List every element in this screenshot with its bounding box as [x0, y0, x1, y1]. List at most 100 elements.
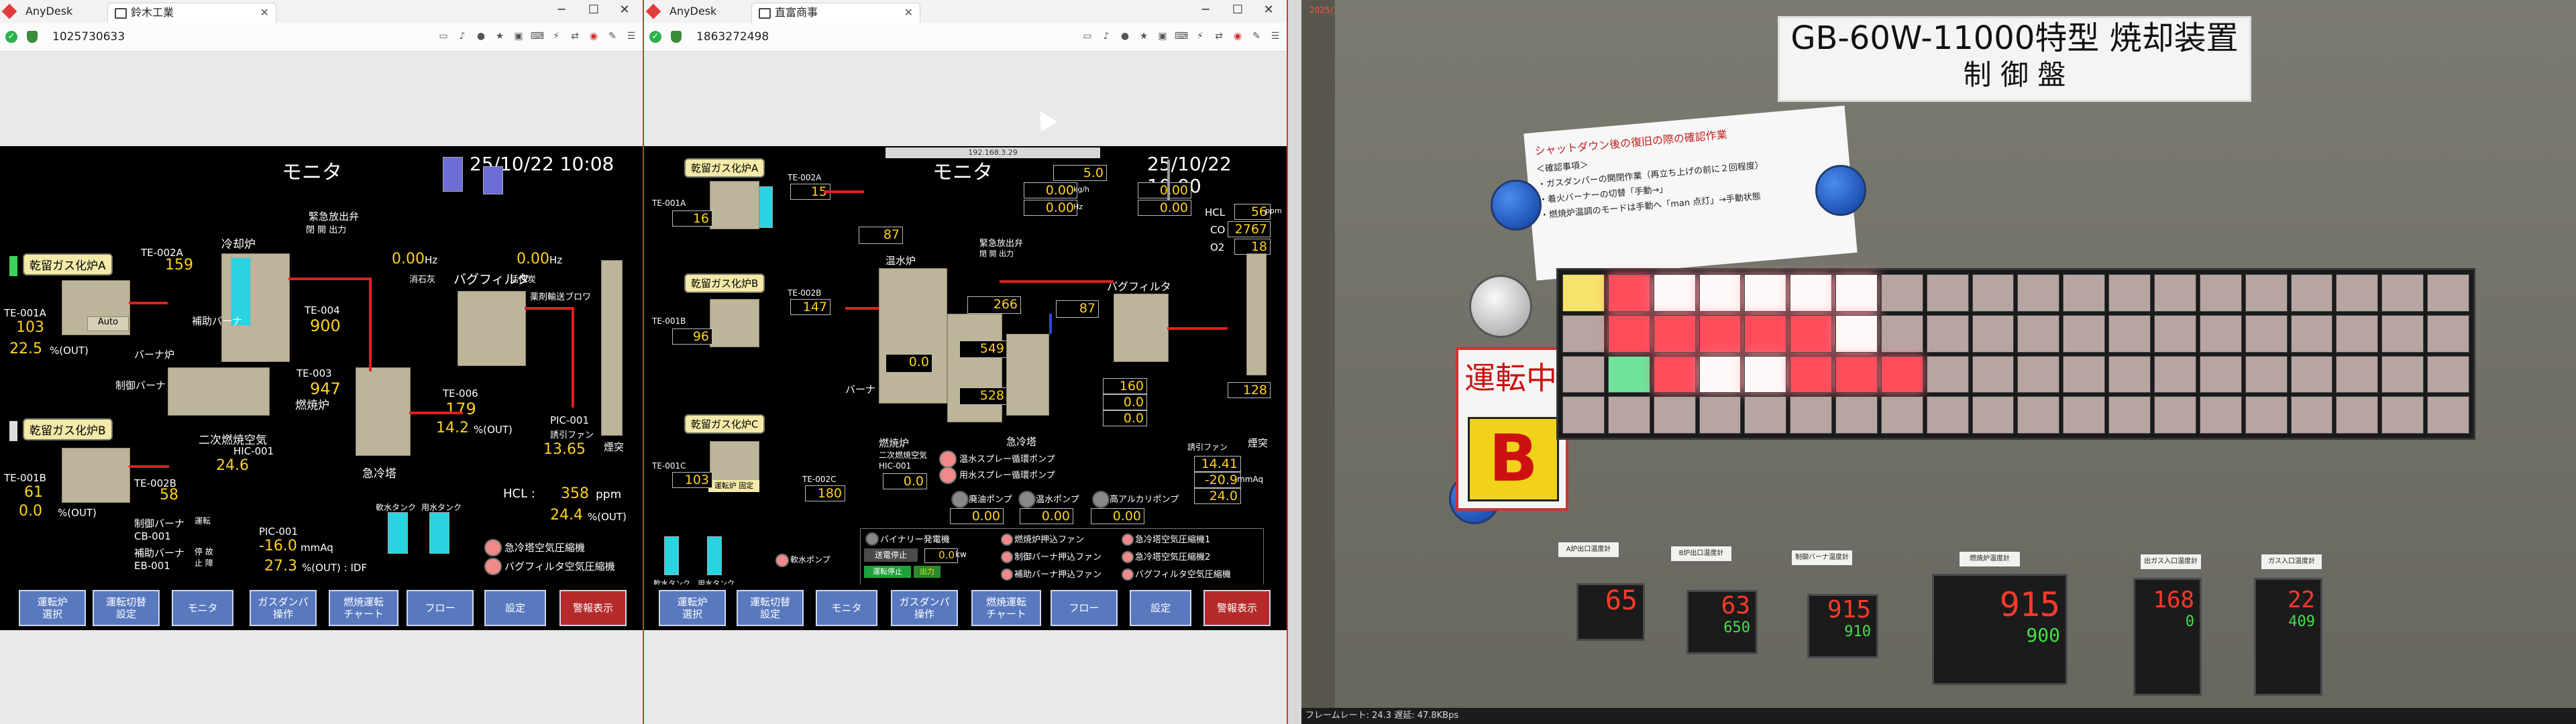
hmi-title: モニタ [282, 161, 342, 184]
idf-pct: 27.3 [264, 558, 297, 575]
annunciator-panel [1556, 268, 2475, 440]
chat-icon[interactable]: ▭ [1080, 29, 1095, 43]
display-icon[interactable]: ▣ [1155, 29, 1170, 43]
meter-sv: 650 [1723, 619, 1750, 636]
session-tab[interactable]: 鈴木工業 ✕ [107, 3, 276, 23]
nav-combustion-chart[interactable]: 燃焼運転 チャート [329, 590, 398, 626]
annunciator-lamp [1653, 314, 1696, 353]
remote-screen[interactable]: 192.168.3.29 モニタ 25/10/22 10:00 乾留ガス化炉A … [644, 146, 1287, 630]
pen-icon[interactable]: ✎ [605, 29, 620, 43]
mic-icon[interactable]: ♪ [455, 29, 470, 43]
gasifier-b-vessel [710, 299, 759, 347]
gasifier-a-vessel [710, 181, 759, 229]
session-tab-label: 直富商事 [775, 6, 818, 19]
nav-settings[interactable]: 設定 [484, 590, 546, 626]
pipe [1167, 327, 1228, 330]
actions-icon[interactable]: ⚡ [1193, 29, 1208, 43]
legend-label-1: 燃焼炉押込ファン [1014, 535, 1085, 545]
close-tab-icon[interactable]: ✕ [260, 3, 269, 22]
annunciator-lamp [2336, 396, 2379, 434]
idf-unit: %(OUT) : IDF [302, 562, 368, 574]
remote-screen[interactable]: モニタ 25/10/22 10:08 乾留ガス化炉A TE-002A 159 A… [0, 146, 643, 630]
pen-icon[interactable]: ✎ [1249, 29, 1264, 43]
minimize-button[interactable]: ─ [1194, 3, 1217, 17]
annunciator-lamp [2290, 396, 2333, 434]
nav-flow[interactable]: フロー [407, 590, 474, 626]
session-tab[interactable]: 直富商事 ✕ [751, 3, 920, 23]
emergency-valve-label: 緊急放出弁 [979, 239, 1024, 249]
gasifier-b-pct: 0.0 [19, 503, 42, 520]
monitor-icon [115, 7, 127, 19]
spray-pump-1-label: 温水スプレー循環ポンプ [959, 455, 1055, 465]
te-009-value: 160 [1103, 378, 1147, 394]
temp-meter-gas-in: 22 409 [2254, 578, 2322, 696]
close-tab-icon[interactable]: ✕ [904, 3, 913, 22]
meter-pv: 63 [1721, 592, 1750, 619]
remote-address[interactable]: 1025730633 [52, 30, 125, 44]
combustion-label: 燃焼炉 [879, 437, 910, 449]
nav-switch-settings[interactable]: 運転切替 設定 [737, 590, 804, 626]
annunciator-lamp [2336, 274, 2379, 312]
emergency-valve-sub: 閉 開 出力 [306, 225, 347, 235]
kw-unit: kw [955, 550, 967, 559]
star-icon[interactable]: ★ [1136, 29, 1151, 43]
transfer-icon[interactable]: ⇄ [1212, 29, 1226, 43]
shield-icon [671, 31, 682, 43]
slaked-lime-label: 消石灰 [409, 275, 436, 285]
fan-hz-value: 14.41 [1194, 456, 1241, 472]
close-window-button[interactable]: ✕ [1257, 3, 1280, 17]
burner-pct: 0.0 [885, 354, 932, 373]
gasifier-c-mode[interactable]: 運転炉 固定 [708, 480, 759, 492]
annunciator-lamp [2381, 274, 2424, 312]
nav-furnace-select[interactable]: 運転炉 選択 [659, 590, 726, 626]
mic-icon[interactable]: ♪ [1099, 29, 1114, 43]
te-002a-value: 159 [165, 257, 193, 274]
privacy-icon[interactable]: ◉ [586, 29, 601, 43]
gasifier-a-label[interactable]: 乾留ガス化炉A [23, 253, 113, 276]
nav-monitor[interactable]: モニタ [172, 590, 233, 626]
nav-monitor[interactable]: モニタ [816, 590, 877, 626]
star-icon[interactable]: ★ [492, 29, 507, 43]
selector-switch [1469, 275, 1532, 338]
maximize-button[interactable]: ☐ [582, 3, 605, 17]
privacy-icon[interactable]: ◉ [1230, 29, 1245, 43]
nav-combustion-chart[interactable]: 燃焼運転 チャート [971, 590, 1041, 626]
menu-icon[interactable]: ☰ [1268, 29, 1283, 43]
display-icon[interactable]: ▣ [511, 29, 526, 43]
transfer-icon[interactable]: ⇄ [568, 29, 582, 43]
chat-icon[interactable]: ▭ [436, 29, 451, 43]
gasifier-b-label[interactable]: 乾留ガス化炉B [23, 418, 113, 440]
maximize-button[interactable]: ☐ [1226, 3, 1249, 17]
record-icon[interactable]: ● [1118, 29, 1132, 43]
nav-gas-damper[interactable]: ガスダンパ 操作 [250, 590, 317, 626]
auto-mode-badge[interactable]: Auto [87, 316, 129, 331]
hz1-value: 0.00 [1024, 200, 1077, 216]
stack-label: 煙突 [604, 441, 625, 453]
nav-flow[interactable]: フロー [1051, 590, 1118, 626]
nav-settings[interactable]: 設定 [1130, 590, 1191, 626]
nav-furnace-select[interactable]: 運転炉 選択 [19, 590, 86, 626]
te-001a-tag: TE-001A [4, 307, 46, 319]
menu-icon[interactable]: ☰ [624, 29, 639, 43]
close-window-button[interactable]: ✕ [613, 3, 636, 17]
annunciator-lamp [2245, 274, 2288, 312]
gasifier-a-label[interactable]: 乾留ガス化炉A [684, 158, 765, 178]
nav-alarm-display[interactable]: 警報表示 [559, 590, 627, 626]
actions-icon[interactable]: ⚡ [549, 29, 564, 43]
record-icon[interactable]: ● [474, 29, 488, 43]
gasifier-b-label[interactable]: 乾留ガス化炉B [684, 274, 765, 293]
burner-label: バーナ [845, 383, 876, 396]
secondary-air-label: 二次燃焼空気 [879, 450, 928, 460]
bagfilter-vessel [458, 291, 526, 366]
nav-gas-damper[interactable]: ガスダンパ 操作 [891, 590, 958, 626]
keyboard-icon[interactable]: ⌨ [1174, 29, 1189, 43]
remote-address[interactable]: 1863272498 [696, 30, 769, 44]
nav-switch-settings[interactable]: 運転切替 設定 [93, 590, 160, 626]
minimize-button[interactable]: ─ [550, 3, 573, 17]
meter-pv: 65 [1605, 585, 1638, 616]
keyboard-icon[interactable]: ⌨ [530, 29, 545, 43]
annunciator-lamp [2336, 314, 2379, 353]
gasifier-c-label[interactable]: 乾留ガス化炉C [684, 414, 765, 434]
meter-label-5: 出ガス入口温度計 [2140, 554, 2202, 570]
nav-alarm-display[interactable]: 警報表示 [1203, 590, 1271, 626]
